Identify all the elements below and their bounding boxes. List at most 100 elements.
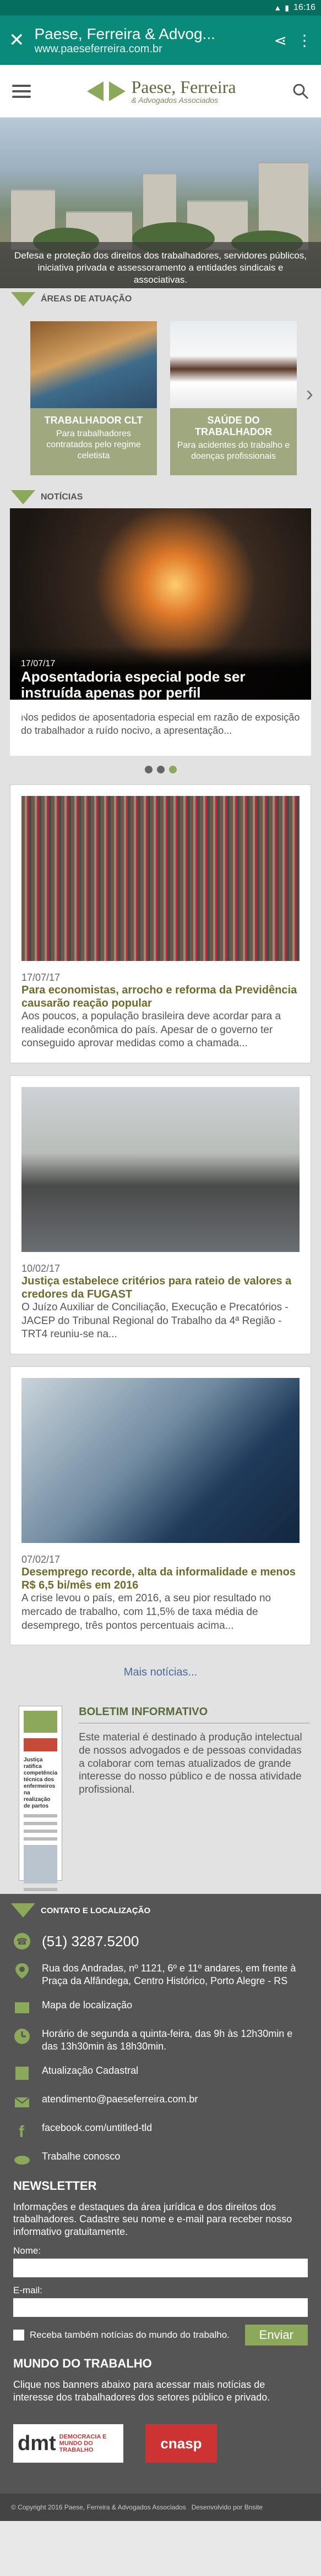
search-icon[interactable] [292,83,309,100]
news-section: 17/07/17 Aposentadoria especial pode ser… [0,508,321,1693]
triangle-icon [11,292,35,306]
carousel-dot-active[interactable] [168,766,177,773]
news-title[interactable]: Aposentadoria especial pode ser instruíd… [21,669,300,716]
dmt-logo-subtitle: DEMOCRACIA E MUNDO DO TRABALHO [59,2433,107,2454]
email-row[interactable]: atendimento@paeseferreira.com.br [0,2088,321,2116]
name-label: Nome: [13,2245,41,2256]
areas-carousel: TRABALHADOR CLT Para trabalhadores contr… [0,310,321,486]
send-button[interactable]: Enviar [244,2325,308,2346]
carousel-dot[interactable] [144,766,153,773]
section-title: ÁREAS DE ATUAÇÃO [41,294,132,304]
copyright-text: © Copyright 2016 Paese, Ferreira & Advog… [11,2503,186,2512]
copyright-bar: © Copyright 2016 Paese, Ferreira & Advog… [0,2493,321,2522]
hours-row: Horário de segunda a quinta-feira, das 9… [0,2022,321,2059]
logo-name: Paese, Ferreira [131,76,236,97]
email-label: E-mail: [13,2285,42,2296]
thumb-headline: Justiça ratifica competência técnica dos… [24,1757,58,1810]
envelope-icon [14,2096,30,2107]
boletim-thumbnail[interactable]: Justiça ratifica competência técnica dos… [19,1706,63,1907]
partner-banners: dmt DEMOCRACIA E MUNDO DO TRABALHO cnasp [0,2416,321,2470]
phone-row[interactable]: ☎ (51) 3287.5200 [0,1927,321,1957]
section-title: CONTATO E LOCALIZAÇÃO [41,1905,151,1915]
news-summary: A crise levou o país, em 2016, a seu pio… [21,1592,271,1632]
newsletter-form: NEWSLETTER Informações e destaques da ár… [0,2173,321,2352]
more-options-icon[interactable]: ⋮ [297,31,312,50]
more-news-link[interactable]: Mais notícias... [0,1657,321,1692]
doctor-image [170,321,297,408]
credit-text[interactable]: Desenvolvido por Bnsite [192,2503,263,2511]
handshake-icon [14,2155,30,2165]
news-date: 07/02/17 [21,1554,61,1566]
logo-subtitle: & Advogados Associados [131,95,219,105]
address-text: Rua dos Andradas, nº 1121, 6º e 11º anda… [42,1962,296,1987]
area-title: TRABALHADOR CLT [44,415,143,426]
checkbox-label: Receba também notícias do mundo do traba… [30,2329,230,2340]
email-field[interactable] [13,2298,308,2317]
news-title[interactable]: Para economistas, arrocho e reforma da P… [21,984,300,1010]
news-card[interactable]: 17/07/17 Para economistas, arrocho e ref… [10,784,311,1064]
site-header: Paese, Ferreira & Advogados Associados [0,65,321,118]
news-checkbox[interactable] [13,2330,24,2341]
clock-icon [14,2028,30,2044]
email-link[interactable]: atendimento@paeseferreira.com.br [42,2093,198,2106]
newsletter-text: Informações e destaques da área jurídica… [13,2201,292,2237]
status-time: 16:16 [293,3,315,12]
logo-mark-icon [87,81,126,101]
meeting-room-image [21,1087,300,1253]
area-card-clt[interactable]: TRABALHADOR CLT Para trabalhadores contr… [30,321,157,475]
map-link[interactable]: Mapa de localização [42,1999,132,2012]
mundo-section: MUNDO DO TRABALHO Clique nos banners aba… [0,2351,321,2416]
facebook-row[interactable]: f facebook.com/untitled-tld [0,2116,321,2145]
news-card[interactable]: 07/02/17 Desemprego recorde, alta da inf… [10,1366,311,1646]
area-card-saude[interactable]: SAÚDE DO TRABALHADOR Para acidentes do t… [170,321,297,475]
page-title: Paese, Ferreira & Advog... [34,25,215,42]
chevron-right-icon[interactable]: › [306,382,313,407]
battery-icon: ▮ [285,3,289,12]
carousel-dot[interactable] [156,766,165,773]
hero-caption: Defesa e proteção dos direitos dos traba… [0,242,321,288]
facebook-icon: f [19,2123,25,2139]
news-summary: Aos poucos, a população brasileira deve … [21,1010,281,1050]
browser-titles: Paese, Ferreira & Advog... www.paeseferr… [35,25,264,56]
news-title[interactable]: Desemprego recorde, alta da informalidad… [21,1566,300,1592]
cnasp-banner[interactable]: cnasp [145,2424,217,2463]
phone-number[interactable]: (51) 3287.5200 [42,1932,139,1951]
triangle-icon [11,1903,35,1918]
facebook-link[interactable]: facebook.com/untitled-tld [42,2122,152,2134]
update-link[interactable]: Atualização Cadastral [42,2064,138,2077]
carousel-dots [0,766,321,773]
edit-icon [15,2066,29,2080]
status-bar: ▲ ▮ 16:16 [0,0,321,15]
triangle-icon [11,490,35,504]
menu-icon[interactable] [12,84,31,98]
site-logo[interactable]: Paese, Ferreira & Advogados Associados [87,78,236,105]
page-url[interactable]: www.paeseferreira.com.br [35,43,264,56]
boletim-section: Justiça ratifica competência técnica dos… [0,1693,321,1907]
hours-text: Horário de segunda a quinta-feira, das 9… [42,2028,293,2052]
footer: CONTATO E LOCALIZAÇÃO ☎ (51) 3287.5200 R… [0,1894,321,2522]
featured-news[interactable]: 17/07/17 Aposentadoria especial pode ser… [10,508,311,756]
boletim-text: Este material é destinado à produção int… [79,1732,302,1796]
update-row[interactable]: Atualização Cadastral [0,2059,321,2088]
hero-banner: Defesa e proteção dos direitos dos traba… [0,118,321,288]
name-field[interactable] [13,2259,308,2278]
close-icon[interactable]: ✕ [9,31,25,50]
share-icon[interactable]: ⋖ [274,31,287,50]
grinder-sparks-image: 17/07/17 Aposentadoria especial pode ser… [10,508,311,716]
protest-image [21,796,300,961]
area-title: SAÚDE DO TRABALHADOR [195,415,272,437]
dmt-banner[interactable]: dmt DEMOCRACIA E MUNDO DO TRABALHO [13,2424,123,2463]
svg-text:☎: ☎ [17,1937,28,1947]
area-desc: Para acidentes do trabalho e doenças pro… [177,441,290,461]
work-row[interactable]: Trabalhe conosco [0,2145,321,2173]
featured-overlay: 17/07/17 Aposentadoria especial pode ser… [10,646,311,716]
news-title[interactable]: Justiça estabelece critérios para rateio… [21,1275,300,1301]
phone-icon: ☎ [14,1933,30,1950]
work-link[interactable]: Trabalhe conosco [42,2150,120,2163]
map-row[interactable]: Mapa de localização [0,1993,321,2022]
boletim-title: BOLETIM INFORMATIVO [79,1706,310,1724]
status-icons: ▲ ▮ [274,3,289,13]
area-desc: Para trabalhadores contratados pelo regi… [46,429,141,460]
news-date: 10/02/17 [21,1263,61,1275]
news-card[interactable]: 10/02/17 Justiça estabelece critérios pa… [10,1075,311,1355]
